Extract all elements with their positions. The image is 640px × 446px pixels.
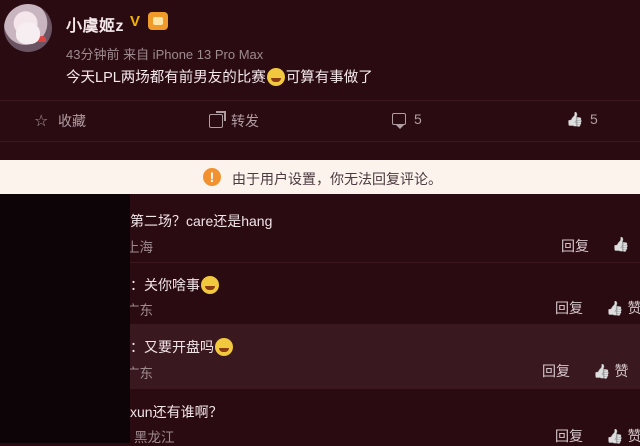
thumbs-up-icon — [606, 300, 623, 316]
smile-emoji-icon — [215, 338, 233, 356]
user-avatar[interactable] — [4, 4, 52, 52]
notice-text: 由于用户设置，你无法回复评论。 — [232, 171, 442, 187]
weibo-post: 小虞姬z V 43分钟前 来自 iPhone 13 Pro Max 今天LPL两… — [0, 0, 640, 100]
crying-laugh-emoji-icon — [266, 68, 285, 86]
like-comment-button[interactable]: 赞 — [593, 361, 628, 381]
post-text-part2: 可算有事做了 — [285, 70, 373, 86]
reply-button[interactable]: 回复 — [561, 236, 589, 256]
level-badge-icon — [148, 12, 168, 30]
comment-text: xun还有谁啊？ — [130, 404, 223, 420]
like-label: 赞 — [627, 428, 640, 444]
smile-emoji-icon — [201, 276, 219, 294]
thumbs-up-icon — [566, 111, 582, 127]
thumbs-up-icon — [593, 363, 610, 379]
like-comment-button[interactable]: 赞 — [606, 426, 640, 446]
redacted-panel — [0, 194, 130, 443]
like-comment-button[interactable]: 赞 — [606, 298, 640, 318]
comment-location: 黑龙江 — [134, 430, 175, 445]
comment-location: 广东 — [126, 366, 153, 381]
thumbs-up-icon — [606, 428, 623, 444]
share-button[interactable]: 转发 — [209, 111, 259, 131]
like-comment-button[interactable] — [612, 236, 629, 252]
reply-button[interactable]: 回复 — [555, 426, 583, 446]
like-label: 赞 — [614, 363, 629, 379]
reply-button[interactable]: 回复 — [542, 361, 570, 381]
like-label: 赞 — [627, 300, 640, 316]
reply-restricted-notice: ! 由于用户设置，你无法回复评论。 — [0, 160, 640, 194]
share-label: 转发 — [231, 113, 259, 129]
thumbs-up-icon — [612, 236, 629, 252]
comment-icon — [392, 113, 406, 129]
post-text-part1: 今天LPL两场都有前男友的比赛 — [66, 70, 266, 86]
collect-label: 收藏 — [58, 113, 86, 129]
post-content: 今天LPL两场都有前男友的比赛 可算有事做了 — [66, 66, 373, 87]
post-meta: 43分钟前 来自 iPhone 13 Pro Max — [66, 47, 264, 62]
like-button[interactable]: 5 — [566, 111, 598, 127]
verified-badge-icon: V — [130, 13, 141, 30]
post-action-bar: 收藏 转发 5 5 — [0, 100, 640, 142]
comment-body: ：又要开盘吗 — [130, 339, 214, 355]
collect-button[interactable]: 收藏 — [34, 111, 86, 131]
reply-button[interactable]: 回复 — [555, 298, 583, 318]
comment-body: ：关你啥事 — [130, 277, 200, 293]
share-icon — [209, 114, 223, 128]
comment-location: 上海 — [126, 240, 153, 255]
comment-count: 5 — [414, 111, 422, 127]
comment-text: 第二场？care还是hang — [130, 213, 273, 229]
star-icon — [34, 113, 50, 129]
comment-text: ：关你啥事 — [130, 275, 220, 295]
like-count: 5 — [590, 111, 598, 127]
comment-button[interactable]: 5 — [392, 111, 422, 129]
comment-location: 广东 — [126, 303, 153, 318]
warning-icon: ! — [203, 168, 221, 186]
username[interactable]: 小虞姬z — [66, 12, 124, 36]
comment-text: ：又要开盘吗 — [130, 337, 234, 357]
